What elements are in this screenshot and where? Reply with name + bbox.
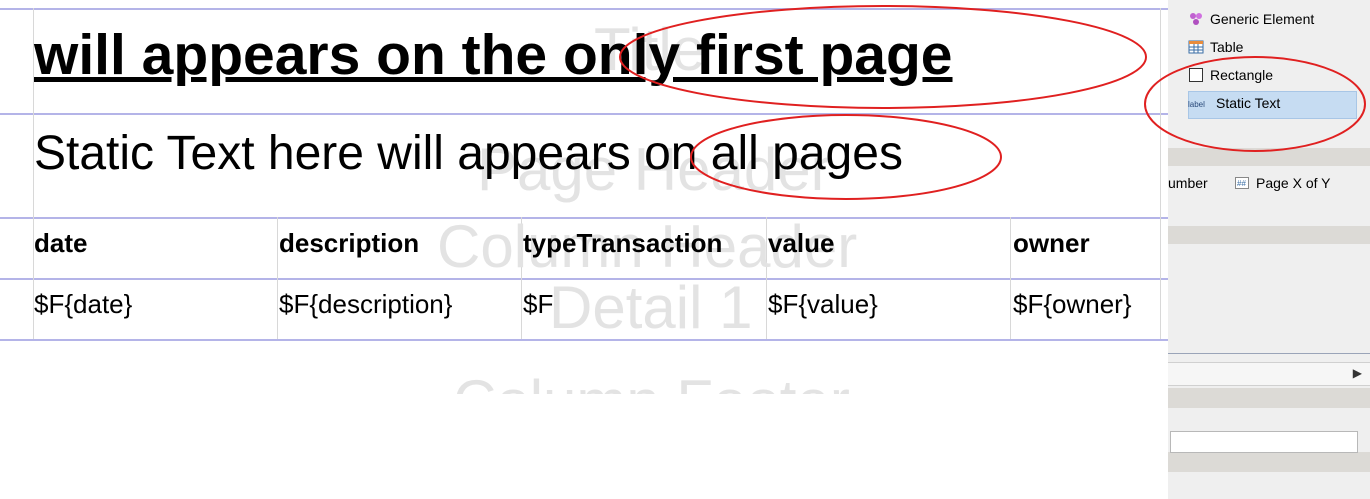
palette-category-separator-2[interactable]: [1168, 226, 1370, 244]
generic-element-icon: [1188, 11, 1204, 27]
detail-field-description[interactable]: $F{description}: [279, 289, 452, 320]
palette-category-separator[interactable]: [1168, 148, 1370, 166]
column-header-description[interactable]: description: [279, 228, 419, 259]
detail-field-type-transaction[interactable]: $F: [523, 289, 553, 320]
palette-item-table[interactable]: Table: [1188, 39, 1243, 55]
title-band-top: [0, 8, 1168, 10]
palette-item-generic-element[interactable]: Generic Element: [1188, 11, 1314, 27]
palette-item-page-number[interactable]: umber: [1168, 175, 1208, 191]
palette-panel: Generic Element Table Rectangle label St…: [1168, 0, 1370, 499]
palette-item-label: umber: [1168, 175, 1208, 191]
page-header-static-text[interactable]: Static Text here will appears on all pag…: [34, 127, 903, 181]
palette-item-rectangle[interactable]: Rectangle: [1188, 67, 1273, 83]
report-designer-canvas[interactable]: Title Page Header Column Header Detail 1…: [0, 0, 1168, 499]
title-band-bottom: [0, 113, 1168, 115]
column-header-date[interactable]: date: [34, 228, 87, 259]
palette-scroll-strip[interactable]: ▶: [1168, 362, 1370, 386]
palette-item-label: Generic Element: [1210, 11, 1315, 27]
svg-text:##: ##: [1237, 179, 1246, 188]
column-header-owner[interactable]: owner: [1013, 228, 1090, 259]
palette-item-label: Table: [1210, 39, 1244, 55]
page-number-icon: ##: [1234, 175, 1250, 191]
band-label-column-footer: Column Footer: [453, 372, 850, 394]
title-static-text[interactable]: will appears on the only first page: [34, 24, 953, 87]
static-text-icon: label: [1188, 95, 1210, 111]
palette-item-label: Page X of Y: [1256, 175, 1331, 191]
right-margin-guide: [1160, 8, 1161, 339]
palette-divider-line: [1168, 353, 1370, 354]
palette-item-label: Static Text: [1216, 95, 1281, 111]
table-icon: [1188, 39, 1204, 55]
palette-item-page-x-of-y[interactable]: ## Page X of Y: [1234, 175, 1330, 191]
palette-item-label: Rectangle: [1210, 67, 1274, 83]
detail-field-owner[interactable]: $F{owner}: [1013, 289, 1132, 320]
column-guide-4: [1010, 217, 1011, 339]
palette-footer-bar: [1168, 388, 1370, 408]
column-header-value[interactable]: value: [768, 228, 835, 259]
expand-arrow-icon[interactable]: ▶: [1353, 366, 1362, 380]
column-header-type-transaction[interactable]: typeTransaction: [523, 228, 722, 259]
palette-footer-bar-2: [1168, 452, 1370, 472]
detail-field-value[interactable]: $F{value}: [768, 289, 878, 320]
column-guide-1: [277, 217, 278, 339]
band-label-detail: Detail 1: [549, 274, 753, 341]
property-input-field[interactable]: [1170, 431, 1358, 453]
detail-field-date[interactable]: $F{date}: [34, 289, 132, 320]
svg-text:label: label: [1188, 100, 1205, 109]
rectangle-icon: [1188, 67, 1204, 83]
palette-item-static-text[interactable]: label Static Text: [1188, 95, 1280, 111]
